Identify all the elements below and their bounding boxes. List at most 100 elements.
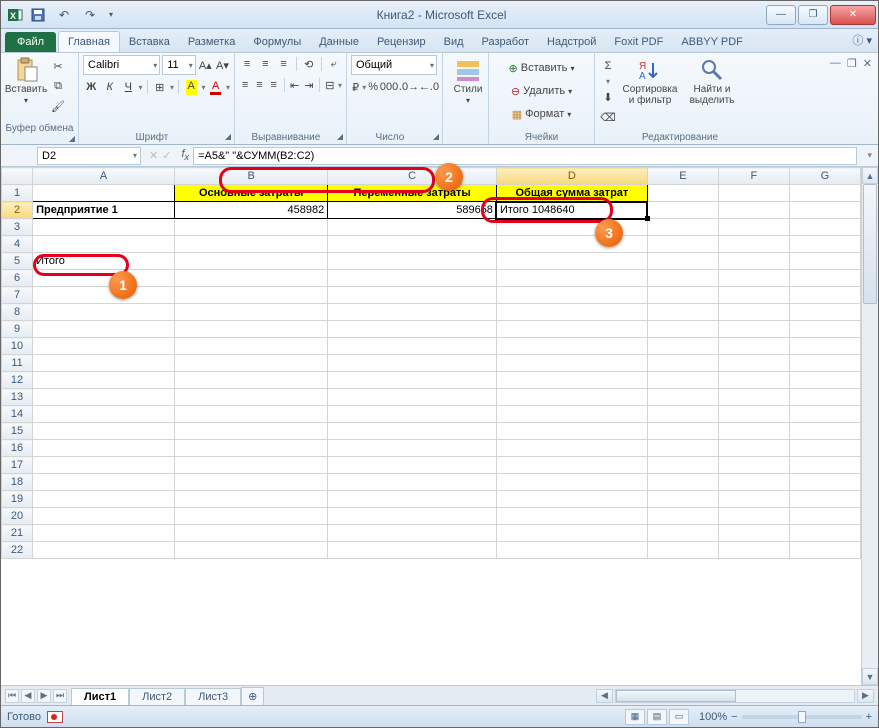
cell-E16[interactable] (647, 440, 718, 457)
cell-F11[interactable] (718, 355, 789, 372)
cell-C11[interactable] (328, 355, 497, 372)
row-header-21[interactable]: 21 (2, 525, 33, 542)
cell-A3[interactable] (33, 219, 175, 236)
cell-B8[interactable] (175, 304, 328, 321)
cell-D18[interactable] (496, 474, 647, 491)
alignment-launcher-icon[interactable]: ◢ (337, 132, 343, 141)
cell-E12[interactable] (647, 372, 718, 389)
decrease-font-icon[interactable]: A▾ (215, 56, 230, 74)
cell-E6[interactable] (647, 270, 718, 287)
insert-cells-button[interactable]: ⊕ Вставить ▾ (493, 57, 590, 79)
cell-D15[interactable] (496, 423, 647, 440)
qat-redo-icon[interactable]: ↷ (79, 5, 101, 25)
row-header-5[interactable]: 5 (2, 253, 33, 270)
cell-F15[interactable] (718, 423, 789, 440)
increase-indent-icon[interactable]: ⇥ (303, 76, 315, 94)
cell-A13[interactable] (33, 389, 175, 406)
cell-C8[interactable] (328, 304, 497, 321)
cell-B15[interactable] (175, 423, 328, 440)
row-header-22[interactable]: 22 (2, 542, 33, 559)
cell-C13[interactable] (328, 389, 497, 406)
sheet-nav-next-icon[interactable]: ▶ (37, 689, 51, 703)
cell-F8[interactable] (718, 304, 789, 321)
sheet-nav-first-icon[interactable]: ⏮ (5, 689, 19, 703)
cell-A7[interactable] (33, 287, 175, 304)
cell-A9[interactable] (33, 321, 175, 338)
format-cells-button[interactable]: ▦ Формат ▾ (493, 103, 590, 125)
cell-A14[interactable] (33, 406, 175, 423)
cell-D7[interactable] (496, 287, 647, 304)
align-top-icon[interactable]: ≡ (239, 55, 255, 73)
cell-C21[interactable] (328, 525, 497, 542)
tab-data[interactable]: Данные (310, 32, 368, 52)
cell-D1[interactable]: Общая сумма затрат (496, 185, 647, 202)
cell-E14[interactable] (647, 406, 718, 423)
cell-D5[interactable] (496, 253, 647, 270)
select-all-corner[interactable] (2, 168, 33, 185)
row-header-12[interactable]: 12 (2, 372, 33, 389)
zoom-slider[interactable] (742, 715, 862, 719)
cell-F10[interactable] (718, 338, 789, 355)
cell-B4[interactable] (175, 236, 328, 253)
decrease-indent-icon[interactable]: ⇤ (288, 76, 300, 94)
number-format-combo[interactable]: Общий (351, 55, 437, 75)
row-header-15[interactable]: 15 (2, 423, 33, 440)
hscroll-left-icon[interactable]: ◀ (596, 689, 613, 703)
cell-B19[interactable] (175, 491, 328, 508)
vertical-scrollbar[interactable]: ▲ ▼ (861, 167, 878, 685)
row-header-6[interactable]: 6 (2, 270, 33, 287)
cell-F19[interactable] (718, 491, 789, 508)
cell-G4[interactable] (789, 236, 860, 253)
cell-C17[interactable] (328, 457, 497, 474)
cell-A2[interactable]: Предприятие 1 (33, 202, 175, 219)
increase-decimal-icon[interactable]: .0→ (400, 78, 418, 96)
cell-C22[interactable] (328, 542, 497, 559)
zoom-in-icon[interactable]: + (866, 711, 872, 723)
cell-C18[interactable] (328, 474, 497, 491)
cut-icon[interactable]: ✂ (49, 57, 67, 75)
cell-B9[interactable] (175, 321, 328, 338)
scroll-down-icon[interactable]: ▼ (862, 668, 878, 685)
cell-B12[interactable] (175, 372, 328, 389)
fx-enter-icon[interactable]: ✓ (162, 149, 171, 162)
cell-G10[interactable] (789, 338, 860, 355)
zoom-out-icon[interactable]: − (731, 711, 737, 723)
cell-B1[interactable]: Основные затраты (175, 185, 328, 202)
cell-F3[interactable] (718, 219, 789, 236)
align-middle-icon[interactable]: ≡ (257, 55, 273, 73)
cell-A10[interactable] (33, 338, 175, 355)
cell-F18[interactable] (718, 474, 789, 491)
horizontal-scrollbar[interactable]: ◀ ▶ (264, 689, 878, 703)
tab-home[interactable]: Главная (58, 31, 120, 52)
zoom-knob[interactable] (798, 711, 806, 723)
cell-F16[interactable] (718, 440, 789, 457)
cell-B6[interactable] (175, 270, 328, 287)
col-header-E[interactable]: E (647, 168, 718, 185)
font-color-icon[interactable]: А (207, 78, 224, 96)
cell-C15[interactable] (328, 423, 497, 440)
cell-A17[interactable] (33, 457, 175, 474)
cell-D11[interactable] (496, 355, 647, 372)
cell-B3[interactable] (175, 219, 328, 236)
cell-A21[interactable] (33, 525, 175, 542)
cell-A15[interactable] (33, 423, 175, 440)
cell-E20[interactable] (647, 508, 718, 525)
copy-icon[interactable]: ⧉ (49, 77, 67, 95)
tab-file[interactable]: Файл (5, 32, 56, 52)
cell-F22[interactable] (718, 542, 789, 559)
underline-button[interactable]: Ч (120, 78, 137, 96)
row-header-3[interactable]: 3 (2, 219, 33, 236)
row-header-10[interactable]: 10 (2, 338, 33, 355)
cell-C9[interactable] (328, 321, 497, 338)
clear-icon[interactable]: ⌫ (599, 108, 617, 126)
cell-E8[interactable] (647, 304, 718, 321)
tab-foxit[interactable]: Foxit PDF (605, 32, 672, 52)
cell-B7[interactable] (175, 287, 328, 304)
cell-E2[interactable] (647, 202, 718, 219)
cell-B13[interactable] (175, 389, 328, 406)
cell-F14[interactable] (718, 406, 789, 423)
col-header-F[interactable]: F (718, 168, 789, 185)
cell-A22[interactable] (33, 542, 175, 559)
cell-D6[interactable] (496, 270, 647, 287)
cell-E22[interactable] (647, 542, 718, 559)
